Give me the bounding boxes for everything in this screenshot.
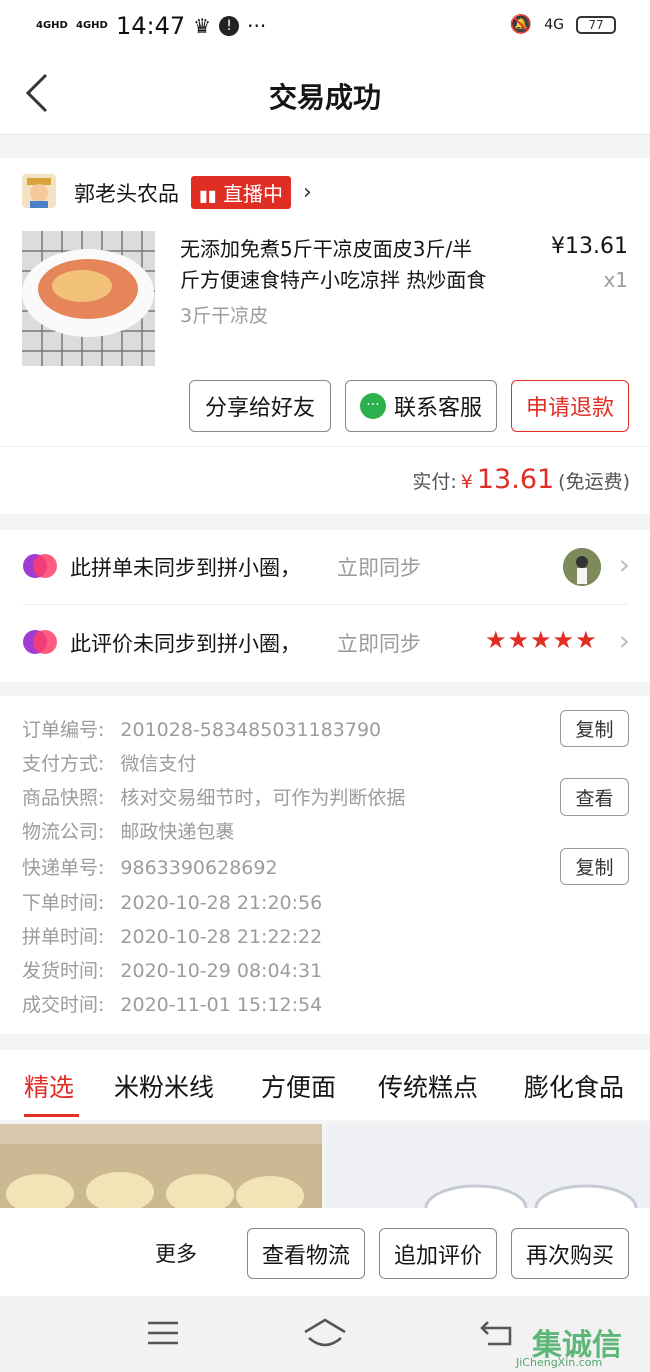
shop-row[interactable]: 郭老头农品 ▮▮ 直播中 › [74, 176, 312, 209]
group-time-row: 拼单时间: 2020-10-28 21:22:22 [22, 926, 323, 948]
complete-time-row: 成交时间: 2020-11-01 15:12:54 [22, 994, 323, 1016]
category-tabs: 精选 米粉米线 方便面 传统糕点 膨化食品 [0, 1050, 650, 1120]
divider [22, 604, 628, 605]
copy-tracking-button[interactable]: 复制 [560, 848, 629, 885]
sync-review-row[interactable]: 此评价未同步到拼小圈， 立即同步 ★★★★★ › [0, 606, 650, 680]
shop-avatar[interactable] [22, 174, 56, 208]
order-number-row: 订单编号: 201028-583485031183790 [22, 719, 382, 741]
recommend-product-image-2[interactable] [326, 1124, 650, 1208]
mute-bell-icon: 🔕 [509, 14, 533, 35]
status-bar: 4GHD 4GHD 14:47 ♛ ! ··· 🔕 4G 77 [0, 0, 650, 52]
payment-method-row: 支付方式: 微信支付 [22, 753, 197, 775]
sync-order-text: 此拼单未同步到拼小圈， [70, 556, 301, 580]
divider [0, 446, 650, 447]
clock: 14:47 [116, 12, 186, 40]
payment-amount: 13.61 [476, 464, 555, 495]
sync-review-text: 此评价未同步到拼小圈， [70, 632, 301, 656]
view-logistics-button[interactable]: 查看物流 [247, 1228, 365, 1279]
chevron-right-icon: › [302, 180, 312, 205]
shop-name[interactable]: 郭老头农品 [74, 178, 179, 208]
bottom-action-bar: 更多 查看物流 追加评价 再次购买 [0, 1208, 650, 1296]
logistics-company-row: 物流公司: 邮政快递包裹 [22, 821, 235, 843]
order-number: 201028-583485031183790 [120, 719, 382, 741]
order-card: 郭老头农品 ▮▮ 直播中 › 无添加免煮5斤干凉皮面皮3斤/半 斤方便速食特产小… [0, 158, 650, 514]
contact-service-label: 联系客服 [393, 396, 482, 421]
more-dots-icon: ··· [247, 14, 267, 38]
avatar [563, 548, 601, 586]
buy-again-button[interactable]: 再次购买 [511, 1228, 629, 1279]
product-title[interactable]: 无添加免煮5斤干凉皮面皮3斤/半 斤方便速食特产小吃凉拌 热炒面食 [180, 234, 486, 296]
product-price: ¥13.61 [551, 234, 628, 259]
recommend-product-image[interactable] [0, 1124, 322, 1208]
copy-order-button[interactable]: 复制 [560, 710, 629, 747]
status-right: 🔕 4G 77 [510, 14, 616, 35]
payment-note: (免运费) [558, 471, 630, 493]
tracking-number: 9863390628692 [120, 857, 278, 879]
tab-puffed-food[interactable]: 膨化食品 [524, 1068, 624, 1104]
signal-icon: 4GHD [36, 20, 68, 31]
network-label: 4G [544, 16, 564, 33]
chevron-right-icon: › [618, 548, 630, 581]
order-time-row: 下单时间: 2020-10-28 21:20:56 [22, 892, 323, 914]
chevron-right-icon: › [618, 624, 630, 657]
product-image[interactable] [22, 231, 155, 366]
crown-icon: ♛ [193, 14, 212, 38]
rating-stars: ★★★★★ [485, 626, 598, 654]
live-badge[interactable]: ▮▮ 直播中 [191, 176, 291, 209]
signal-icon-2: 4GHD [76, 20, 108, 31]
ship-time-row: 发货时间: 2020-10-29 08:04:31 [22, 960, 323, 982]
tab-instant-noodles[interactable]: 方便面 [261, 1068, 336, 1104]
product-qty: x1 [603, 268, 628, 292]
tab-featured[interactable]: 精选 [24, 1068, 74, 1104]
back-nav-icon[interactable] [478, 1318, 514, 1352]
chat-icon: ··· [359, 393, 386, 419]
payment-currency: ¥ [460, 471, 473, 493]
home-icon[interactable] [303, 1318, 347, 1352]
tab-pastries[interactable]: 传统糕点 [378, 1068, 478, 1104]
payment-total: 实付: ¥ 13.61 (免运费) [412, 464, 630, 495]
snapshot-row: 商品快照: 核对交易细节时，可作为判断依据 [22, 787, 406, 809]
menu-icon[interactable] [146, 1320, 180, 1350]
refund-button[interactable]: 申请退款 [511, 380, 629, 432]
page-title: 交易成功 [268, 81, 381, 114]
view-snapshot-button[interactable]: 查看 [560, 778, 629, 816]
tab-rice-noodles[interactable]: 米粉米线 [114, 1068, 214, 1104]
more-button[interactable]: 更多 [155, 1238, 197, 1268]
nav-header: 交易成功 [0, 52, 650, 135]
sync-card: 此拼单未同步到拼小圈， 立即同步 › 此评价未同步到拼小圈， 立即同步 ★★★★… [0, 530, 650, 682]
watermark-text: JiChengXin.com [516, 1356, 603, 1369]
sync-order-link[interactable]: 立即同步 [337, 552, 421, 582]
tracking-number-row: 快递单号: 9863390628692 [22, 857, 278, 879]
payment-label: 实付: [412, 471, 457, 493]
battery-icon: 77 [576, 15, 616, 34]
system-nav-bar: 集诚信 JiChengXin.com [0, 1296, 650, 1372]
contact-service-button[interactable]: ··· 联系客服 [345, 380, 497, 432]
product-spec: 3斤干凉皮 [180, 305, 269, 327]
status-left: 4GHD 4GHD 14:47 ♛ ! ··· [36, 12, 266, 40]
alert-icon: ! [219, 16, 240, 36]
sync-order-row[interactable]: 此拼单未同步到拼小圈， 立即同步 › [0, 530, 650, 604]
sync-review-link[interactable]: 立即同步 [337, 628, 421, 658]
share-button[interactable]: 分享给好友 [189, 380, 331, 432]
add-review-button[interactable]: 追加评价 [379, 1228, 497, 1279]
pxq-logo-icon [22, 628, 58, 660]
tab-indicator [24, 1114, 79, 1117]
live-bars-icon: ▮▮ [199, 186, 217, 205]
pxq-logo-icon [22, 552, 58, 584]
order-info-card: 订单编号: 201028-583485031183790 支付方式: 微信支付 商品… [0, 696, 650, 1034]
